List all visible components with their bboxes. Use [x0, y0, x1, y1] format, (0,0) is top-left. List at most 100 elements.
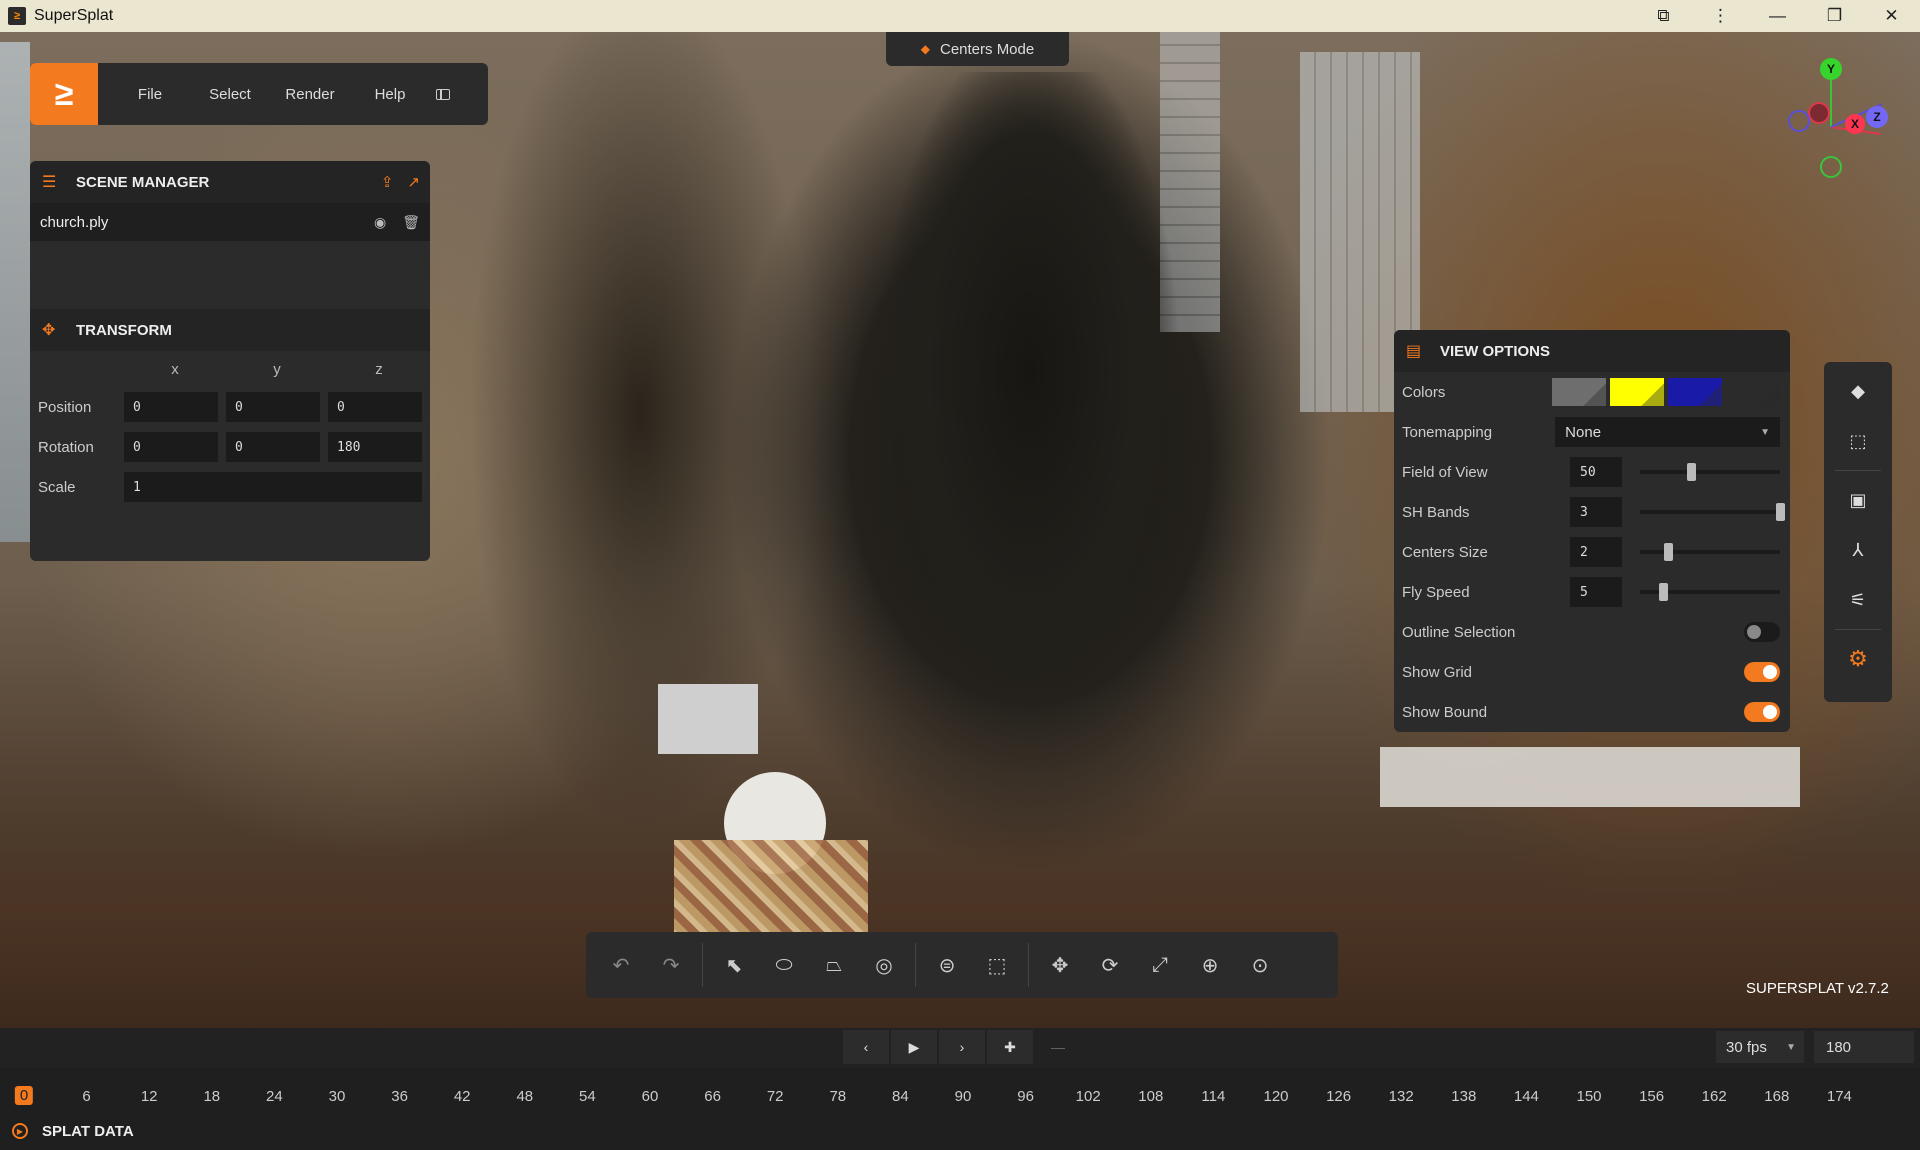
current-frame-marker[interactable]: 0: [14, 1086, 34, 1105]
slider-thumb[interactable]: [1776, 503, 1785, 521]
more-options-icon[interactable]: ⋮: [1692, 0, 1749, 32]
timeline-tick: 36: [391, 1088, 408, 1105]
fov-slider[interactable]: [1640, 457, 1780, 487]
menu-render[interactable]: Render: [282, 86, 338, 103]
translate-icon[interactable]: ✥: [1037, 943, 1083, 987]
play-icon[interactable]: ▶: [891, 1030, 937, 1064]
tonemapping-select[interactable]: None ▼: [1555, 417, 1780, 447]
position-label: Position: [38, 398, 92, 416]
reset-camera-icon[interactable]: ⅄: [1838, 529, 1878, 571]
sh-bands-input[interactable]: 3: [1570, 497, 1622, 527]
fov-label: Field of View: [1402, 463, 1488, 481]
unselected-color-swatch[interactable]: [1668, 378, 1722, 406]
timeline-tick: 114: [1201, 1088, 1226, 1105]
outline-selection-toggle[interactable]: [1744, 622, 1780, 642]
add-key-icon[interactable]: ✚: [987, 1030, 1033, 1064]
main-menu-bar: ≥ File Select Render Help: [30, 63, 488, 125]
scene-manager-title: SCENE MANAGER: [76, 173, 210, 191]
prev-frame-icon[interactable]: ‹: [843, 1030, 889, 1064]
mode-dot-icon: ◆: [920, 42, 930, 56]
restore-button[interactable]: ❐: [1806, 0, 1863, 32]
position-z-input[interactable]: 0: [328, 392, 422, 422]
extensions-icon[interactable]: ⧉: [1635, 0, 1692, 32]
world-space-icon[interactable]: ⊕: [1187, 943, 1233, 987]
gizmo-neg-z-axis[interactable]: [1788, 110, 1810, 132]
supersplat-logo[interactable]: ≥: [30, 63, 98, 125]
bottom-toolbar: ↶ ↷ ⬉ ⬭ ⏢ ◎ ⊜ ⬚ ✥ ⟳ ⤢ ⊕ ⊙: [586, 932, 1338, 998]
selected-color-swatch[interactable]: [1610, 378, 1664, 406]
visibility-eye-icon[interactable]: ◉: [374, 214, 386, 231]
splat-data-bar[interactable]: ▶ SPLAT DATA: [0, 1112, 1920, 1150]
frames-input[interactable]: 180: [1814, 1031, 1914, 1063]
scene-item[interactable]: church.ply ◉ 🗑: [30, 203, 430, 241]
pivot-icon[interactable]: ⊙: [1237, 943, 1283, 987]
scale-icon[interactable]: ⤢: [1137, 943, 1183, 987]
mode-indicator[interactable]: ◆ Centers Mode: [886, 32, 1069, 66]
polygon-select-icon[interactable]: ⏢: [811, 943, 857, 987]
move-arrows-icon: ✥: [42, 322, 56, 339]
fps-select[interactable]: 30 fps ▼: [1716, 1031, 1804, 1063]
export-icon[interactable]: ↗: [407, 173, 420, 191]
scale-input[interactable]: 1: [124, 472, 422, 502]
gizmo-y-axis[interactable]: Y: [1820, 58, 1842, 80]
import-icon[interactable]: ⇪: [381, 173, 394, 191]
redo-icon[interactable]: ↷: [648, 943, 694, 987]
timeline-tick: 48: [516, 1088, 534, 1105]
rotate-icon[interactable]: ⟳: [1087, 943, 1133, 987]
slider-thumb[interactable]: [1686, 463, 1696, 481]
locked-color-swatch[interactable]: [1726, 378, 1780, 406]
show-bound-toggle[interactable]: [1744, 702, 1780, 722]
camera-settings-icon[interactable]: ⚟: [1838, 579, 1878, 621]
view-options-gear-icon[interactable]: ⚙: [1838, 638, 1878, 680]
centers-size-input[interactable]: 2: [1570, 537, 1622, 567]
timeline-track[interactable]: 0 6 12 18 24 30 36 42 48 54 60 66 72 78 84 90 96 102 108 1…: [0, 1068, 1920, 1112]
tonemapping-label: Tonemapping: [1402, 423, 1493, 441]
minimize-button[interactable]: —: [1749, 0, 1806, 32]
app-icon: ≥: [8, 7, 26, 25]
toggle-panel-icon[interactable]: [436, 88, 450, 100]
orientation-gizmo[interactable]: Y Z X: [1770, 56, 1890, 186]
undo-icon[interactable]: ↶: [598, 943, 644, 987]
gizmo-x-axis[interactable]: X: [1845, 114, 1865, 134]
rotation-y-input[interactable]: 0: [226, 432, 320, 462]
slider-thumb[interactable]: [1664, 543, 1673, 561]
gizmo-neg-y-axis[interactable]: [1820, 156, 1842, 178]
box-select-icon[interactable]: ⬚: [974, 943, 1020, 987]
centers-size-slider[interactable]: [1640, 537, 1780, 567]
rotation-z-input[interactable]: 180: [328, 432, 422, 462]
delete-trash-icon[interactable]: 🗑: [402, 214, 420, 231]
fov-input[interactable]: 50: [1570, 457, 1622, 487]
fly-speed-input[interactable]: 5: [1570, 577, 1622, 607]
picker-select-icon[interactable]: ⬉: [711, 943, 757, 987]
sh-bands-slider[interactable]: [1640, 497, 1785, 527]
rotation-x-input[interactable]: 0: [124, 432, 218, 462]
close-button[interactable]: ✕: [1863, 0, 1920, 32]
menu-select[interactable]: Select: [202, 86, 258, 103]
gizmo-z-axis[interactable]: Z: [1866, 106, 1888, 128]
fly-speed-slider[interactable]: [1640, 577, 1780, 607]
timeline-tick: 54: [579, 1088, 596, 1105]
colors-row: Colors: [1394, 372, 1790, 412]
rings-mode-icon[interactable]: ⬚: [1838, 420, 1878, 462]
centers-mode-icon[interactable]: ◆: [1838, 370, 1878, 412]
transform-title: TRANSFORM: [76, 321, 172, 339]
menu-file[interactable]: File: [122, 86, 178, 103]
timeline-tick: 18: [203, 1088, 221, 1105]
lasso-select-icon[interactable]: ⬭: [761, 943, 807, 987]
background-color-swatch[interactable]: [1552, 378, 1606, 406]
timeline-tick: 42: [453, 1088, 471, 1105]
outline-selection-row: Outline Selection: [1394, 612, 1790, 652]
expand-play-icon[interactable]: ▶: [12, 1123, 28, 1139]
position-x-input[interactable]: 0: [124, 392, 218, 422]
gizmo-neg-x-axis[interactable]: [1808, 102, 1830, 124]
position-y-input[interactable]: 0: [226, 392, 320, 422]
sphere-select-icon[interactable]: ⊜: [924, 943, 970, 987]
frame-selection-icon[interactable]: ▣: [1838, 479, 1878, 521]
menu-help[interactable]: Help: [362, 86, 418, 103]
show-grid-toggle[interactable]: [1744, 662, 1780, 682]
brush-select-icon[interactable]: ◎: [861, 943, 907, 987]
fov-row: Field of View 50: [1394, 452, 1790, 492]
next-frame-icon[interactable]: ›: [939, 1030, 985, 1064]
remove-key-icon[interactable]: —: [1035, 1030, 1081, 1064]
slider-thumb[interactable]: [1659, 583, 1669, 601]
